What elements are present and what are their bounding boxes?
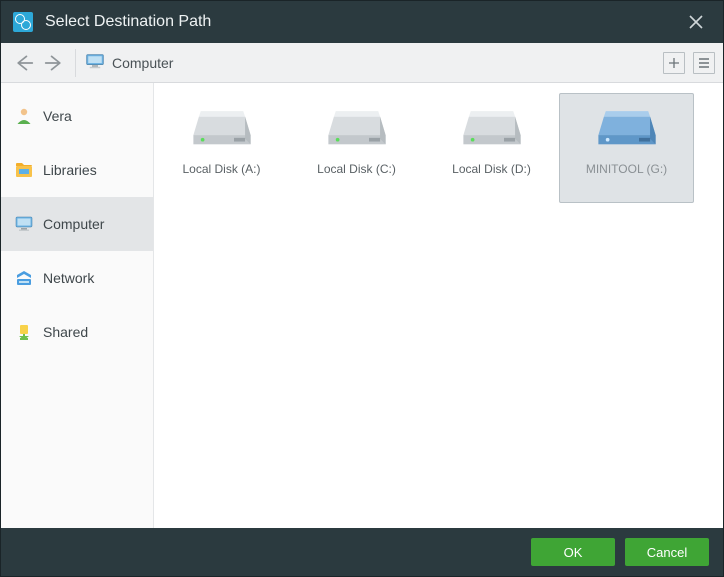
drive-grid: Local Disk (A:) Local Disk (C:) Local Disk… xyxy=(154,83,723,528)
drive-label: Local Disk (A:) xyxy=(182,162,260,176)
toolbar: Computer xyxy=(1,43,723,83)
new-folder-button[interactable] xyxy=(663,52,685,74)
drive-label: MINITOOL (G:) xyxy=(586,162,667,176)
sidebar: Vera Libraries Computer Network Shared xyxy=(1,83,154,528)
sidebar-item-network[interactable]: Network xyxy=(1,251,153,305)
user-icon xyxy=(15,107,33,125)
drive-icon xyxy=(461,100,523,148)
forward-button[interactable] xyxy=(39,48,69,78)
drive-item[interactable]: Local Disk (C:) xyxy=(289,93,424,203)
computer-icon xyxy=(86,54,104,72)
drive-item[interactable]: Local Disk (D:) xyxy=(424,93,559,203)
sidebar-item-label: Network xyxy=(43,270,94,286)
separator xyxy=(75,49,76,77)
sidebar-item-label: Libraries xyxy=(43,162,97,178)
app-icon xyxy=(13,12,33,32)
sidebar-item-libraries[interactable]: Libraries xyxy=(1,143,153,197)
ok-button[interactable]: OK xyxy=(531,538,615,566)
shared-icon xyxy=(15,323,33,341)
drive-item[interactable]: Local Disk (A:) xyxy=(154,93,289,203)
sidebar-item-user[interactable]: Vera xyxy=(1,89,153,143)
cancel-button[interactable]: Cancel xyxy=(625,538,709,566)
drive-item[interactable]: MINITOOL (G:) xyxy=(559,93,694,203)
close-button[interactable] xyxy=(681,7,711,37)
sidebar-item-shared[interactable]: Shared xyxy=(1,305,153,359)
computer-icon xyxy=(15,215,33,233)
drive-icon xyxy=(326,100,388,148)
sidebar-item-label: Computer xyxy=(43,216,104,232)
drive-label: Local Disk (D:) xyxy=(452,162,531,176)
libraries-icon xyxy=(15,161,33,179)
back-button[interactable] xyxy=(9,48,39,78)
footer: OK Cancel xyxy=(1,528,723,576)
breadcrumb-label: Computer xyxy=(112,55,173,71)
breadcrumb[interactable]: Computer xyxy=(82,54,663,72)
drive-icon xyxy=(191,100,253,148)
drive-icon xyxy=(596,100,658,148)
view-list-button[interactable] xyxy=(693,52,715,74)
dialog-title: Select Destination Path xyxy=(45,13,681,31)
sidebar-item-computer[interactable]: Computer xyxy=(1,197,153,251)
sidebar-item-label: Vera xyxy=(43,108,72,124)
titlebar: Select Destination Path xyxy=(1,1,723,43)
drive-label: Local Disk (C:) xyxy=(317,162,396,176)
sidebar-item-label: Shared xyxy=(43,324,88,340)
body: Vera Libraries Computer Network Shared xyxy=(1,83,723,528)
network-icon xyxy=(15,269,33,287)
